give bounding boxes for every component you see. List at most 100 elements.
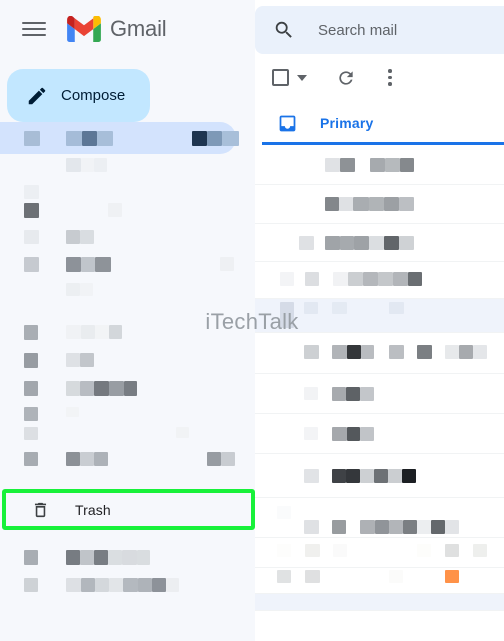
obscured-text-block	[24, 427, 38, 440]
pencil-icon	[28, 87, 46, 104]
email-row[interactable]	[255, 185, 504, 224]
sidebar-item-obscured[interactable]	[0, 547, 255, 573]
obscured-text-block	[374, 469, 388, 483]
obscured-text-block	[95, 257, 111, 272]
inbox-icon	[279, 115, 296, 131]
brand-label: Gmail	[110, 16, 167, 41]
obscured-text-block	[123, 578, 138, 592]
obscured-text-block	[124, 381, 137, 396]
obscured-text-block	[459, 345, 473, 359]
email-row[interactable]	[255, 594, 504, 611]
sidebar-item-obscured[interactable]	[0, 450, 255, 470]
obscured-text-block	[24, 407, 38, 421]
sidebar-item-obscured[interactable]	[0, 198, 255, 224]
sidebar-item-obscured[interactable]	[0, 252, 255, 278]
obscured-text-block	[399, 197, 414, 211]
sidebar-item-obscured[interactable]	[0, 225, 255, 251]
label-badge	[445, 570, 459, 583]
obscured-text-block	[361, 345, 374, 359]
select-all-checkbox[interactable]	[272, 69, 289, 86]
obscured-text-block	[353, 197, 369, 211]
obscured-text-block	[66, 578, 81, 592]
obscured-text-block	[384, 197, 399, 211]
obscured-text-block	[66, 550, 80, 565]
obscured-text-block	[109, 325, 122, 339]
obscured-text-block	[277, 544, 291, 557]
gmail-brand[interactable]: Gmail	[67, 16, 167, 42]
obscured-text-block	[360, 469, 374, 483]
obscured-text-block	[24, 185, 39, 199]
obscured-text-block	[137, 550, 150, 565]
compose-label: Compose	[61, 87, 126, 104]
obscured-text-block	[473, 345, 487, 359]
obscured-text-block	[340, 158, 355, 172]
email-row[interactable]	[255, 262, 504, 299]
obscured-text-block	[369, 197, 384, 211]
sidebar-item-obscured[interactable]	[0, 154, 255, 180]
search-input[interactable]: Search mail	[255, 6, 504, 54]
obscured-text-block	[332, 520, 346, 534]
obscured-text-block	[354, 236, 369, 250]
obscured-text-block	[347, 345, 361, 359]
more-vertical-icon[interactable]	[380, 68, 400, 88]
obscured-text-block	[388, 469, 402, 483]
search-icon	[275, 21, 292, 38]
tab-primary[interactable]: Primary	[262, 101, 504, 145]
obscured-text-block	[176, 427, 189, 438]
obscured-text-block	[332, 387, 346, 401]
obscured-text-block	[280, 302, 294, 328]
obscured-text-block	[95, 578, 109, 592]
obscured-text-block	[80, 452, 94, 466]
obscured-text-block	[138, 578, 152, 592]
email-row[interactable]	[255, 568, 504, 594]
obscured-text-block	[94, 452, 108, 466]
sidebar-item-obscured[interactable]	[0, 377, 255, 403]
chevron-down-icon[interactable]	[297, 74, 307, 81]
sidebar-item-obscured[interactable]	[0, 321, 255, 347]
obscured-text-block	[417, 345, 432, 359]
email-row[interactable]	[255, 333, 504, 374]
sidebar-item-trash[interactable]: Trash	[2, 489, 255, 530]
email-row[interactable]	[255, 414, 504, 454]
obscured-text-block	[304, 427, 318, 440]
obscured-text-block	[24, 131, 40, 146]
obscured-text-block	[360, 520, 375, 534]
sidebar-item-obscured[interactable]	[0, 575, 255, 601]
obscured-text-block	[333, 544, 347, 557]
obscured-text-block	[325, 158, 340, 172]
sidebar-item-obscured[interactable]	[0, 405, 255, 425]
hamburger-menu-icon[interactable]	[22, 16, 48, 42]
sidebar-item-obscured[interactable]	[0, 425, 255, 447]
compose-button[interactable]: Compose	[7, 69, 150, 122]
email-row[interactable]	[255, 147, 504, 185]
mail-tabs: Primary	[255, 101, 504, 147]
obscured-text-block	[339, 197, 353, 211]
obscured-text-block	[403, 520, 417, 534]
obscured-text-block	[80, 230, 94, 244]
email-row[interactable]	[255, 498, 504, 538]
obscured-text-block	[82, 131, 97, 146]
obscured-text-block	[221, 452, 235, 466]
obscured-text-block	[325, 197, 339, 211]
email-list	[255, 147, 504, 611]
obscured-text-block	[207, 452, 221, 466]
obscured-text-block	[80, 283, 93, 296]
sidebar-item-obscured[interactable]	[0, 279, 255, 305]
refresh-icon[interactable]	[336, 68, 356, 88]
obscured-text-block	[109, 381, 124, 396]
sidebar-item-obscured[interactable]	[0, 122, 239, 154]
email-row[interactable]	[255, 224, 504, 262]
obscured-text-block	[304, 520, 319, 534]
sidebar-item-obscured[interactable]	[0, 349, 255, 375]
email-row[interactable]	[255, 299, 504, 333]
obscured-text-block	[393, 272, 408, 286]
email-row[interactable]	[255, 538, 504, 568]
obscured-text-block	[389, 345, 404, 359]
obscured-text-block	[299, 236, 314, 250]
email-row[interactable]	[255, 454, 504, 498]
email-row[interactable]	[255, 374, 504, 414]
obscured-text-block	[445, 345, 459, 359]
obscured-text-block	[192, 131, 207, 146]
obscured-text-block	[122, 550, 137, 565]
obscured-text-block	[166, 578, 179, 592]
